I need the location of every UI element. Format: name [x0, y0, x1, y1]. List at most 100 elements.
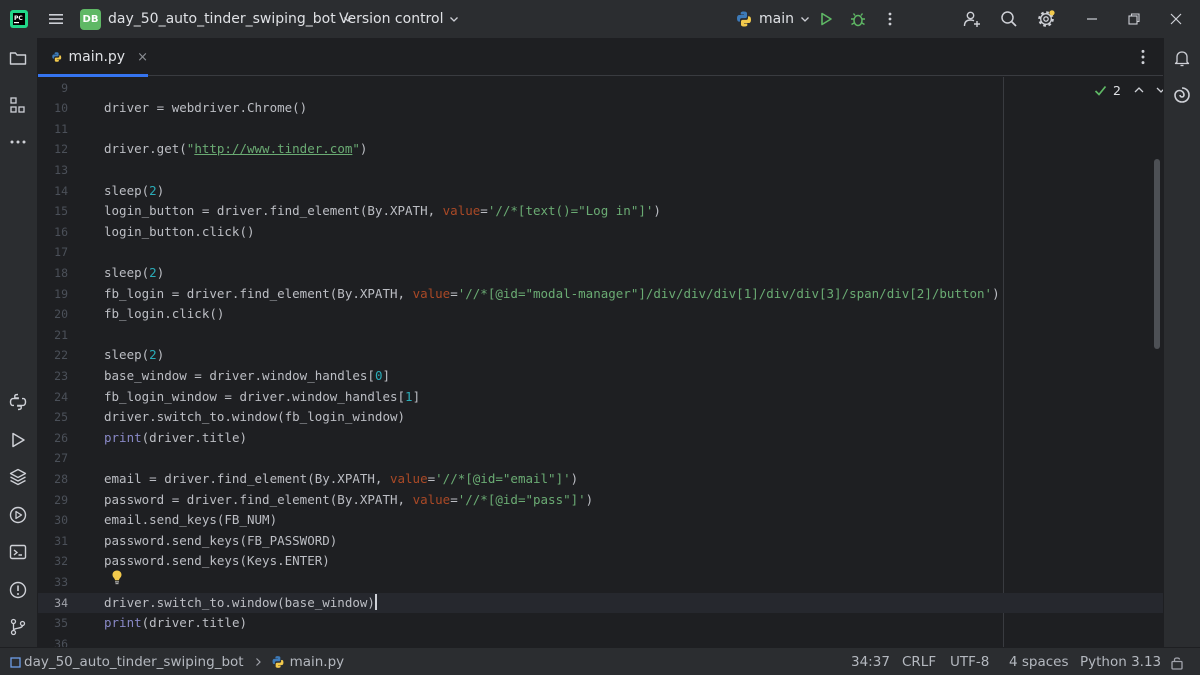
git-icon[interactable] [8, 617, 28, 637]
breadcrumb-file[interactable]: main.py [290, 654, 345, 670]
line-number[interactable]: 26 [38, 428, 68, 449]
version-control-menu[interactable]: Version control [339, 7, 459, 31]
code-line[interactable]: 14 sleep(2) [38, 181, 1163, 202]
line-number[interactable]: 24 [38, 387, 68, 408]
indent-setting[interactable]: 4 spaces [1009, 648, 1069, 675]
code-line[interactable]: 19 fb_login = driver.find_element(By.XPAT… [38, 284, 1163, 305]
code-line-current[interactable]: 34 driver.switch_to.window(base_window) [38, 592, 1163, 614]
main-menu-icon[interactable] [46, 9, 66, 29]
more-tools-icon[interactable] [8, 132, 28, 152]
code-editor[interactable]: 9 10 driver = webdriver.Chrome() 11 12 driver… [38, 77, 1163, 647]
code-line[interactable]: 17 [38, 242, 1163, 263]
run-tool-icon[interactable] [8, 430, 28, 450]
line-number[interactable]: 13 [38, 160, 68, 181]
file-encoding[interactable]: UTF-8 [950, 648, 989, 675]
line-number[interactable]: 27 [38, 448, 68, 469]
line-number[interactable]: 14 [38, 181, 68, 202]
line-number[interactable]: 25 [38, 407, 68, 428]
line-number[interactable]: 19 [38, 284, 68, 305]
code-line[interactable]: 18 sleep(2) [38, 263, 1163, 284]
line-number[interactable]: 11 [38, 119, 68, 140]
code-line[interactable]: 35 print(driver.title) [38, 613, 1163, 634]
line-number[interactable]: 33 [38, 572, 68, 593]
line-number[interactable]: 22 [38, 345, 68, 366]
python-console-icon[interactable] [8, 392, 28, 412]
line-number[interactable]: 12 [38, 139, 68, 160]
code-line[interactable]: 33 [38, 572, 1163, 593]
code-line[interactable]: 13 [38, 160, 1163, 181]
run-button[interactable] [816, 9, 836, 29]
inspections-widget[interactable]: 2 [1094, 81, 1163, 99]
problems-icon[interactable] [8, 580, 28, 600]
python-interpreter[interactable]: Python 3.13 [1080, 648, 1161, 675]
code-with-me-button[interactable] [962, 9, 982, 29]
line-number[interactable]: 21 [38, 325, 68, 346]
code-line[interactable]: 10 driver = webdriver.Chrome() [38, 98, 1163, 119]
line-number[interactable]: 10 [38, 98, 68, 119]
tab-options-icon[interactable] [1134, 48, 1152, 66]
line-number[interactable]: 28 [38, 469, 68, 490]
line-number[interactable]: 16 [38, 222, 68, 243]
line-number[interactable]: 23 [38, 366, 68, 387]
code-line[interactable]: 36 [38, 634, 1163, 647]
code-line[interactable]: 21 [38, 325, 1163, 346]
code-line[interactable]: 32 password.send_keys(Keys.ENTER) [38, 551, 1163, 572]
code-line[interactable]: 26 print(driver.title) [38, 428, 1163, 449]
chevron-up-icon[interactable] [1133, 84, 1145, 96]
python-packages-icon[interactable] [8, 467, 28, 487]
pycharm-logo-icon[interactable]: PC [9, 9, 29, 29]
line-number[interactable]: 20 [38, 304, 68, 325]
code-line[interactable]: 22 sleep(2) [38, 345, 1163, 366]
ai-assistant-icon[interactable] [1172, 85, 1192, 105]
line-number[interactable]: 34 [38, 593, 68, 614]
line-number[interactable]: 32 [38, 551, 68, 572]
line-number[interactable]: 29 [38, 490, 68, 511]
debug-button[interactable] [848, 9, 868, 29]
settings-button[interactable] [1036, 9, 1056, 29]
run-configuration-selector[interactable]: main [735, 7, 810, 31]
code-line[interactable]: 16 login_button.click() [38, 222, 1163, 243]
close-window-button[interactable] [1166, 9, 1186, 29]
code-line[interactable]: 24 fb_login_window = driver.window_handle… [38, 387, 1163, 408]
code-line[interactable]: 25 driver.switch_to.window(fb_login_windo… [38, 407, 1163, 428]
code-line[interactable]: 28 email = driver.find_element(By.XPATH, … [38, 469, 1163, 490]
services-icon[interactable] [8, 505, 28, 525]
code-line[interactable]: 15 login_button = driver.find_element(By.… [38, 201, 1163, 222]
code-line[interactable]: 29 password = driver.find_element(By.XPAT… [38, 490, 1163, 511]
more-actions-button[interactable] [880, 9, 900, 29]
tab-main-py[interactable]: main.py × [38, 38, 148, 77]
code-line[interactable]: 23 base_window = driver.window_handles[0] [38, 366, 1163, 387]
tab-close-icon[interactable]: × [137, 50, 148, 65]
code-line[interactable]: 31 password.send_keys(FB_PASSWORD) [38, 531, 1163, 552]
line-code: driver.get("http://www.tinder.com") [104, 139, 367, 160]
line-number[interactable]: 36 [38, 634, 68, 647]
line-separator[interactable]: CRLF [902, 648, 936, 675]
breadcrumb-project[interactable]: day_50_auto_tinder_swiping_bot [24, 654, 244, 670]
line-number[interactable]: 9 [38, 78, 68, 99]
code-line[interactable]: 27 [38, 448, 1163, 469]
line-number[interactable]: 31 [38, 531, 68, 552]
chevron-down-icon[interactable] [1155, 84, 1163, 96]
caret-position[interactable]: 34:37 [851, 648, 890, 675]
notifications-icon[interactable] [1172, 48, 1192, 68]
line-number[interactable]: 30 [38, 510, 68, 531]
terminal-icon[interactable] [8, 542, 28, 562]
project-folder-icon[interactable] [8, 48, 28, 68]
code-line[interactable]: 30 email.send_keys(FB_NUM) [38, 510, 1163, 531]
line-number[interactable]: 15 [38, 201, 68, 222]
line-number[interactable]: 35 [38, 613, 68, 634]
minimize-window-button[interactable] [1082, 9, 1102, 29]
line-number[interactable]: 18 [38, 263, 68, 284]
intention-bulb-icon[interactable] [110, 569, 124, 585]
code-line[interactable]: 12 driver.get("http://www.tinder.com") [38, 139, 1163, 160]
line-number[interactable]: 17 [38, 242, 68, 263]
vertical-scrollbar[interactable] [1154, 159, 1160, 349]
project-switcher[interactable]: DB day_50_auto_tinder_swiping_bot [80, 7, 353, 31]
code-line[interactable]: 20 fb_login.click() [38, 304, 1163, 325]
search-everywhere-button[interactable] [999, 9, 1019, 29]
restore-window-button[interactable] [1124, 9, 1144, 29]
structure-icon[interactable] [8, 95, 28, 115]
code-line[interactable]: 9 [38, 78, 1163, 99]
code-line[interactable]: 11 [38, 119, 1163, 140]
readonly-toggle[interactable] [1170, 648, 1184, 675]
